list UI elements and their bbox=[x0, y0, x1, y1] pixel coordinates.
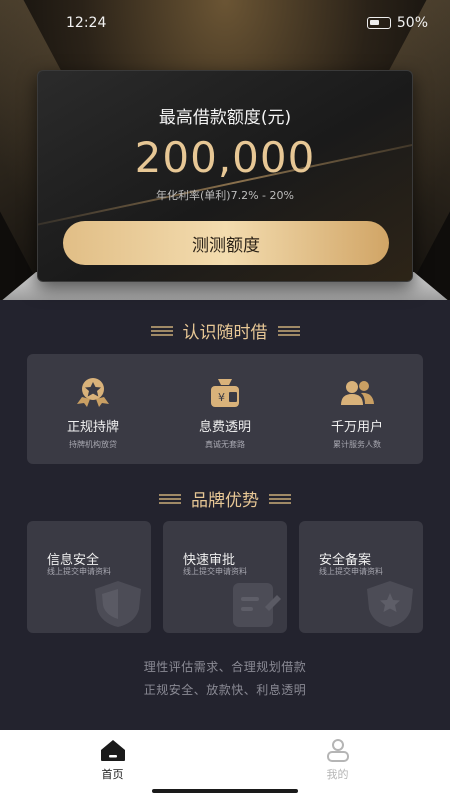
status-indicators: 50% bbox=[366, 15, 428, 31]
shield-icon bbox=[95, 581, 141, 627]
status-bar: 12:24 50% bbox=[0, 0, 450, 46]
feature-subtitle: 真诚无套路 bbox=[205, 440, 245, 449]
document-edit-icon bbox=[233, 583, 281, 627]
limit-amount: 200,000 bbox=[134, 133, 316, 182]
feature-subtitle: 持牌机构放贷 bbox=[69, 440, 117, 449]
brand-card-registered: 安全备案 线上提交申请资料 bbox=[299, 521, 423, 633]
star-shield-icon bbox=[367, 581, 413, 627]
battery-icon bbox=[366, 17, 391, 29]
feature-subtitle: 累计服务人数 bbox=[333, 440, 381, 449]
credit-limit-card: 最高借款额度(元) 200,000 年化利率(单利)7.2% - 20% 测测额… bbox=[37, 70, 413, 282]
section-title-about: 认识随时借 bbox=[182, 323, 268, 343]
brand-card-title: 安全备案 bbox=[319, 553, 372, 568]
user-icon bbox=[326, 739, 349, 762]
brand-card-title: 快速审批 bbox=[183, 553, 236, 568]
money-bag-icon: ¥ bbox=[211, 379, 239, 407]
feature-title: 息费透明 bbox=[198, 420, 251, 435]
decor-lines-icon bbox=[269, 493, 291, 504]
feature-title: 正规持牌 bbox=[66, 420, 119, 435]
decor-lines-icon bbox=[150, 325, 173, 336]
battery-percent: 50% bbox=[396, 15, 428, 31]
slogan-line-2: 正规安全、放款快、利息透明 bbox=[143, 683, 307, 697]
feature-transparent-fees: ¥ 息费透明 真诚无套路 bbox=[165, 376, 285, 450]
brand-card-subtitle: 线上提交申请资料 bbox=[47, 567, 111, 576]
brand-card-subtitle: 线上提交申请资料 bbox=[319, 567, 383, 576]
section-title-brand: 品牌优势 bbox=[191, 491, 259, 511]
brand-card-subtitle: 线上提交申请资料 bbox=[183, 567, 247, 576]
status-time: 12:24 bbox=[66, 15, 107, 31]
feature-title: 千万用户 bbox=[330, 420, 383, 435]
check-limit-button[interactable]: 测测额度 bbox=[63, 221, 389, 265]
limit-title: 最高借款额度(元) bbox=[158, 108, 292, 128]
feature-users: 千万用户 累计服务人数 bbox=[297, 376, 417, 450]
decor-lines-icon bbox=[159, 493, 181, 504]
feature-licensed: 正规持牌 持牌机构放贷 bbox=[33, 376, 153, 450]
brand-card-title: 信息安全 bbox=[47, 553, 100, 568]
section-header-about: 认识随时借 bbox=[0, 318, 450, 343]
slogan-line-1: 理性评估需求、合理规划借款 bbox=[143, 660, 307, 674]
brand-card-info-security: 信息安全 线上提交申请资料 bbox=[27, 521, 151, 633]
users-icon bbox=[341, 381, 374, 405]
tab-mine-label: 我的 bbox=[326, 768, 349, 781]
section-header-brand: 品牌优势 bbox=[0, 486, 450, 511]
home-icon bbox=[100, 740, 125, 761]
svg-text:¥: ¥ bbox=[218, 391, 225, 404]
medal-icon bbox=[77, 378, 109, 407]
interest-rate: 年化利率(单利)7.2% - 20% bbox=[156, 189, 294, 202]
brand-card-fast-approval: 快速审批 线上提交申请资料 bbox=[163, 521, 287, 633]
decor-lines-icon bbox=[277, 325, 300, 336]
home-indicator bbox=[152, 789, 298, 793]
features-panel: 正规持牌 持牌机构放贷 ¥ 息费透明 真诚无套路 千万用户 累计服务人数 bbox=[27, 354, 423, 464]
tab-home-label: 首页 bbox=[101, 768, 124, 781]
